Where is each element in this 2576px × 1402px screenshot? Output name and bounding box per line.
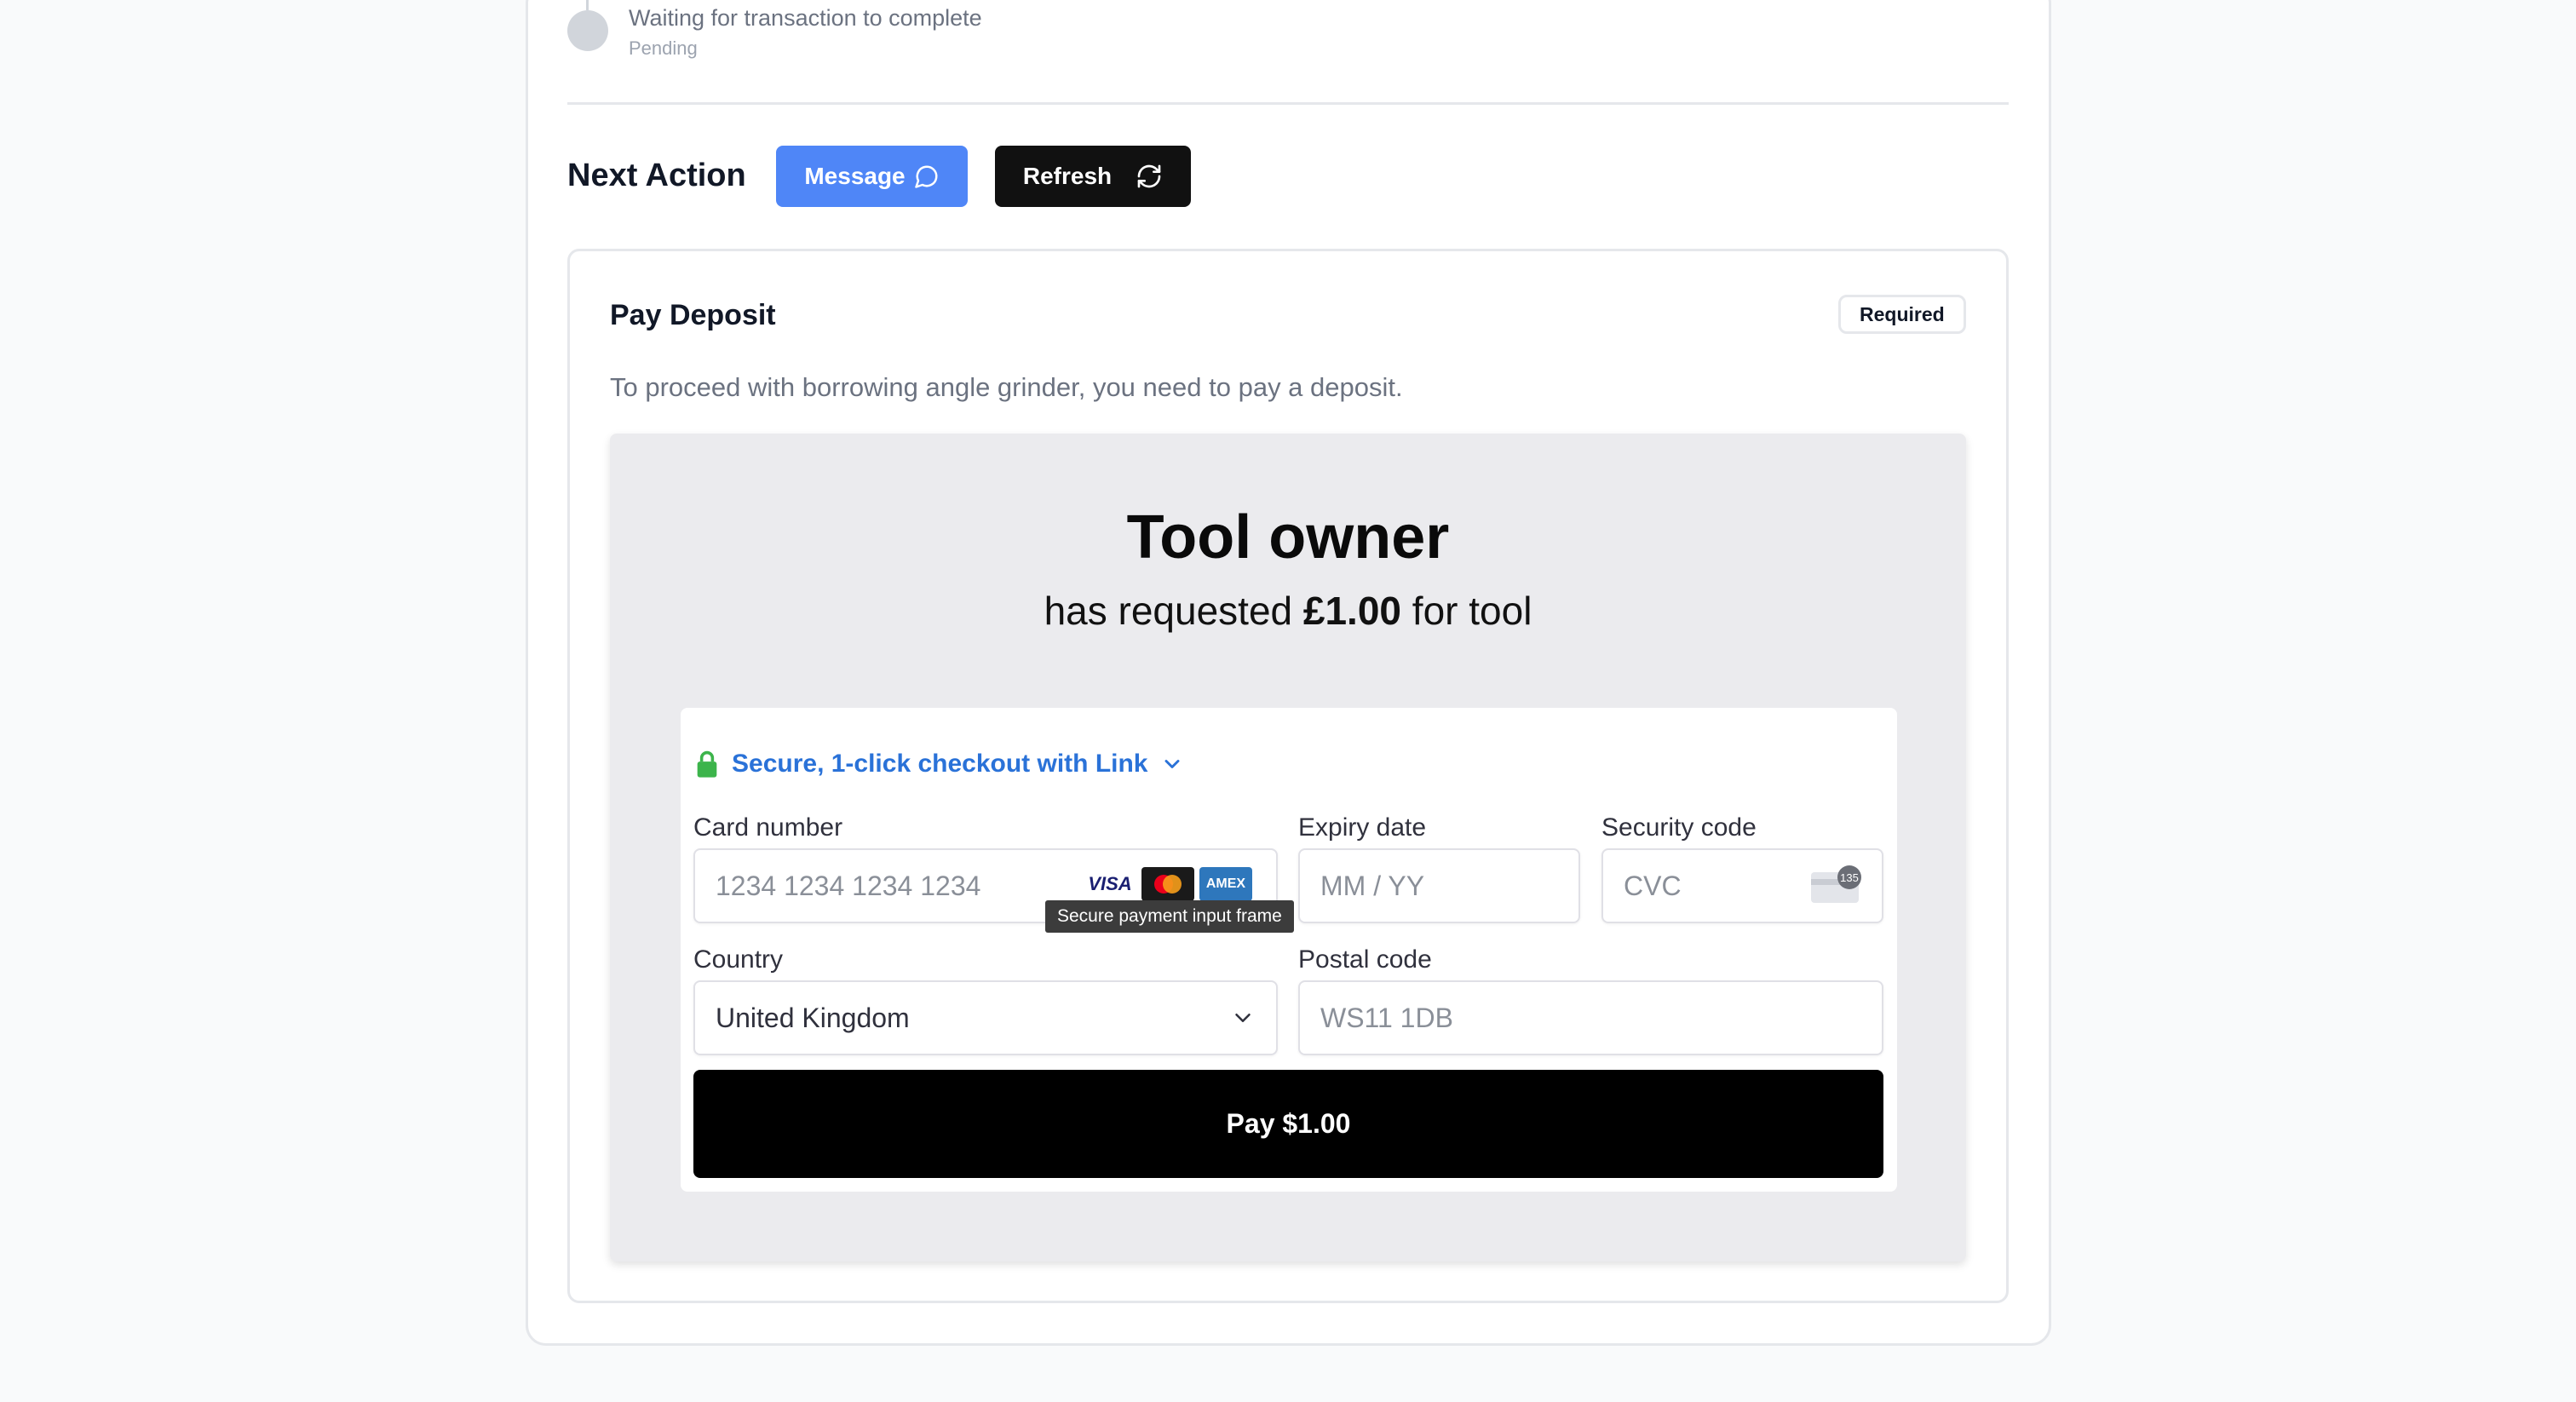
requested-prefix: has requested [1044,589,1303,633]
pay-deposit-title: Pay Deposit [610,299,776,331]
country-select[interactable]: United Kingdom [693,980,1278,1055]
cvc-digits: 135 [1840,871,1859,884]
expiry-label: Expiry date [1298,813,1427,842]
postal-code-label: Postal code [1298,945,1432,974]
card-brand-logos: VISA AMEX [1084,867,1252,901]
refresh-button[interactable]: Refresh [995,146,1191,207]
security-code-label: Security code [1601,813,1757,842]
chevron-down-icon [1235,1014,1251,1022]
section-divider [567,102,2009,105]
cvc-card-icon: 135 [1809,864,1864,909]
requested-amount-line: has requested £1.00 for tool [610,588,1966,634]
link-checkout-label: Secure, 1-click checkout with Link [732,750,1148,778]
lock-icon [697,750,717,778]
amex-icon: AMEX [1199,867,1252,901]
mastercard-icon [1141,867,1194,901]
message-button-label: Message [804,163,906,189]
payment-heading: Tool owner [1126,503,1450,572]
pay-deposit-description: To proceed with borrowing angle grinder,… [610,372,1403,402]
refresh-button-label: Refresh [1022,163,1113,189]
requested-amount: £1.00 [1302,589,1402,633]
refresh-icon [1137,164,1161,188]
secure-frame-tooltip: Secure payment input frame [1045,900,1294,933]
requested-suffix: for tool [1401,589,1532,633]
timeline-connector [586,0,589,10]
pay-button[interactable]: Pay $1.00 [693,1070,1883,1178]
link-checkout-toggle[interactable]: Secure, 1-click checkout with Link [694,750,1184,779]
country-label: Country [693,945,784,974]
visa-icon: VISA [1084,867,1136,901]
message-button[interactable]: Message [776,146,968,207]
required-badge: Required [1838,295,1966,334]
chat-bubble-icon [914,165,938,188]
timeline-step-status: Pending [629,37,698,59]
card-number-label: Card number [693,813,843,842]
next-action-heading: Next Action [567,158,746,193]
expiry-input[interactable] [1298,848,1580,923]
chevron-down-icon [1164,760,1179,768]
postal-code-input[interactable] [1298,980,1883,1055]
country-value: United Kingdom [716,1002,910,1033]
timeline-step-title: Waiting for transaction to complete [629,5,982,31]
timeline-step-dot [567,10,608,51]
